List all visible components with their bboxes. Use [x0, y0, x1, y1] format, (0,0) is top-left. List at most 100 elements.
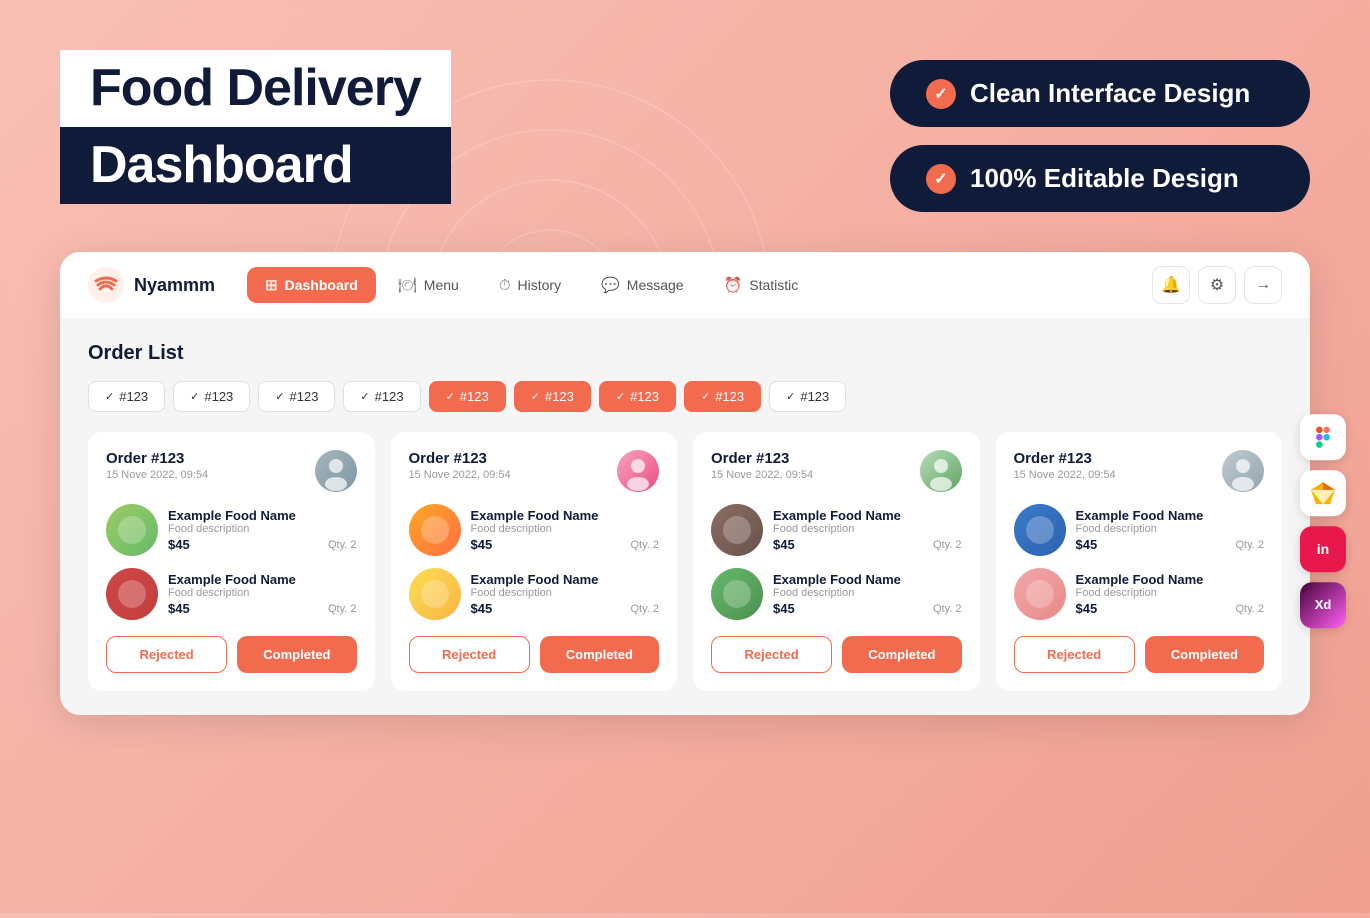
food-desc-0-1: Food description — [168, 587, 357, 599]
filter-tag-7[interactable]: ✓ #123 — [684, 381, 761, 412]
food-image-1-0 — [409, 504, 461, 556]
btn-rejected-0[interactable]: Rejected — [106, 636, 227, 673]
food-desc-3-1: Food description — [1076, 587, 1265, 599]
hero-title-line1: Food Delivery — [60, 50, 451, 127]
food-item-3-0: Example Food NameFood description$45Qty.… — [1014, 504, 1265, 556]
btn-rejected-3[interactable]: Rejected — [1014, 636, 1135, 673]
statistic-icon: ⏰ — [724, 276, 743, 294]
message-icon: 💬 — [601, 276, 620, 294]
filter-tag-0[interactable]: ✓ #123 — [88, 381, 165, 412]
hero-badge-2-text: 100% Editable Design — [970, 163, 1239, 194]
history-icon: ⏱ — [499, 277, 511, 294]
food-qty-2-1: Qty. 2 — [933, 603, 962, 615]
check-icon: ✓ — [531, 390, 540, 403]
figma-tool[interactable] — [1300, 414, 1346, 460]
food-item-0-0: Example Food NameFood description$45Qty.… — [106, 504, 357, 556]
order-id-0: Order #123 — [106, 450, 208, 467]
btn-completed-2[interactable]: Completed — [842, 636, 961, 673]
hero-title-block: Food Delivery Dashboard — [60, 50, 451, 204]
order-avatar-0 — [315, 450, 357, 492]
food-info-3-0: Example Food NameFood description$45Qty.… — [1076, 508, 1265, 552]
logout-button[interactable]: → — [1244, 266, 1282, 304]
filter-tag-3[interactable]: ✓ #123 — [343, 381, 420, 412]
nav-statistic[interactable]: ⏰ Statistic — [706, 267, 817, 303]
check-icon: ✓ — [701, 390, 710, 403]
food-image-1-1 — [409, 568, 461, 620]
food-price-2-0: $45 — [773, 537, 795, 552]
food-info-1-1: Example Food NameFood description $45 Qty.… — [471, 572, 660, 616]
order-id-3: Order #123 — [1014, 450, 1116, 467]
nav-dashboard[interactable]: ⊞ Dashboard — [247, 267, 376, 303]
brand: Nyammm — [88, 267, 215, 303]
food-price-0-0: $45 — [168, 537, 190, 552]
food-item-2-1: Example Food NameFood description$45Qty.… — [711, 568, 962, 620]
section-title: Order List — [88, 342, 1282, 365]
filter-tag-5[interactable]: ✓ #123 — [514, 381, 591, 412]
food-info-2-1: Example Food NameFood description$45Qty.… — [773, 572, 962, 616]
btn-completed-0[interactable]: Completed — [237, 636, 356, 673]
order-avatar-1 — [617, 450, 659, 492]
food-name-2-1: Example Food Name — [773, 572, 962, 587]
check-icon: ✓ — [446, 390, 455, 403]
filter-tag-6[interactable]: ✓ #123 — [599, 381, 676, 412]
food-price-qty-1-0: $45 Qty. 2 — [471, 537, 660, 552]
side-tools: in Xd — [1300, 414, 1346, 628]
filter-tag-1[interactable]: ✓ #123 — [173, 381, 250, 412]
food-image-3-1 — [1014, 568, 1066, 620]
xd-tool[interactable]: Xd — [1300, 582, 1346, 628]
hero-title-line2: Dashboard — [60, 127, 451, 204]
navbar-right: 🔔 ⚙ → — [1152, 266, 1282, 304]
action-buttons-0: Rejected Completed — [106, 636, 357, 673]
order-id-2: Order #123 — [711, 450, 813, 467]
check-icon: ✓ — [616, 390, 625, 403]
food-qty-1-0: Qty. 2 — [630, 539, 659, 551]
food-qty-3-1: Qty. 2 — [1235, 603, 1264, 615]
order-date-1: 15 Nove 2022, 09:54 — [409, 469, 511, 481]
nav-items: ⊞ Dashboard 🍽 Menu ⏱ History 💬 Message ⏰ — [247, 267, 1144, 303]
food-price-qty-0-0: $45Qty. 2 — [168, 537, 357, 552]
invision-tool[interactable]: in — [1300, 526, 1346, 572]
order-date-0: 15 Nove 2022, 09:54 — [106, 469, 208, 481]
order-header-3: Order #12315 Nove 2022, 09:54 — [1014, 450, 1265, 492]
navbar: Nyammm ⊞ Dashboard 🍽 Menu ⏱ History 💬 Me — [60, 252, 1310, 318]
main-content: Order List ✓ #123 ✓ #123 ✓ #123 ✓ #123 — [60, 318, 1310, 715]
food-desc-1-1: Food description — [471, 587, 660, 599]
brand-name: Nyammm — [134, 275, 215, 296]
food-price-1-1: $45 — [471, 601, 493, 616]
food-qty-1-1: Qty. 2 — [630, 603, 659, 615]
filter-tag-2[interactable]: ✓ #123 — [258, 381, 335, 412]
nav-history[interactable]: ⏱ History — [481, 268, 579, 303]
food-image-2-1 — [711, 568, 763, 620]
food-qty-3-0: Qty. 2 — [1235, 539, 1264, 551]
food-name-1-1: Example Food Name — [471, 572, 660, 587]
action-buttons-3: Rejected Completed — [1014, 636, 1265, 673]
sketch-tool[interactable] — [1300, 470, 1346, 516]
btn-rejected-2[interactable]: Rejected — [711, 636, 832, 673]
check-icon: ✓ — [105, 390, 114, 403]
food-name-0-0: Example Food Name — [168, 508, 357, 523]
action-buttons-1: Rejected Completed — [409, 636, 660, 673]
food-image-3-0 — [1014, 504, 1066, 556]
btn-rejected-1[interactable]: Rejected — [409, 636, 530, 673]
filter-tag-4[interactable]: ✓ #123 — [429, 381, 506, 412]
food-price-qty-2-1: $45Qty. 2 — [773, 601, 962, 616]
hero-section: Food Delivery Dashboard ✓ Clean Interfac… — [60, 50, 1310, 212]
nav-menu[interactable]: 🍽 Menu — [380, 267, 477, 303]
btn-completed-3[interactable]: Completed — [1145, 636, 1264, 673]
order-card-1: Order #12315 Nove 2022, 09:54 Example Fo… — [391, 432, 678, 691]
food-image-0-0 — [106, 504, 158, 556]
food-price-qty-1-1: $45 Qty. 2 — [471, 601, 660, 616]
settings-button[interactable]: ⚙ — [1198, 266, 1236, 304]
food-info-0-0: Example Food NameFood description$45Qty.… — [168, 508, 357, 552]
brand-logo-icon — [88, 267, 124, 303]
food-price-qty-3-1: $45Qty. 2 — [1076, 601, 1265, 616]
check-icon-1: ✓ — [926, 79, 956, 109]
order-date-2: 15 Nove 2022, 09:54 — [711, 469, 813, 481]
notification-button[interactable]: 🔔 — [1152, 266, 1190, 304]
filter-tag-8[interactable]: ✓ #123 — [769, 381, 846, 412]
food-item-0-1: Example Food NameFood description$45Qty.… — [106, 568, 357, 620]
btn-completed-1[interactable]: Completed — [540, 636, 659, 673]
food-price-qty-2-0: $45Qty. 2 — [773, 537, 962, 552]
food-price-1-0: $45 — [471, 537, 493, 552]
nav-message[interactable]: 💬 Message — [583, 267, 702, 303]
